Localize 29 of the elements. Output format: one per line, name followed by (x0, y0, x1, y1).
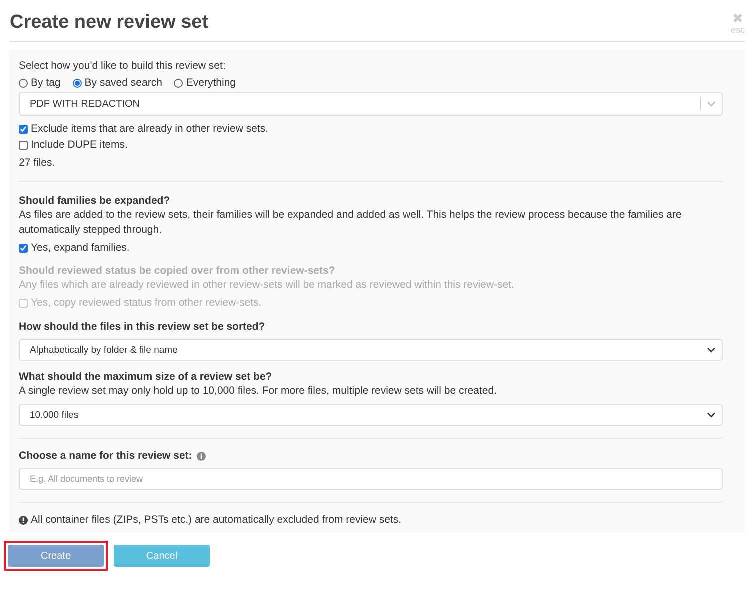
question-heading: Should families be expanded? (19, 194, 172, 208)
radio-option[interactable]: By saved search (72, 77, 162, 89)
name-field[interactable]: E.g. All documents to review (19, 468, 723, 490)
info-icon (197, 452, 206, 460)
check-icon (20, 126, 27, 132)
dialog-title: Create new review set (10, 12, 209, 34)
radio-option[interactable]: Everything (174, 77, 236, 89)
question-heading: What should the maximum size of a review set be? (19, 370, 274, 384)
checkbox-option[interactable]: Exclude items that are already in other review sets. (19, 123, 723, 135)
note-text: All container files (ZIPs, PSTs etc.) are automatically excluded from review sets. (31, 513, 402, 527)
search-select[interactable]: PDF WITH REDACTION (19, 92, 723, 116)
chevron-icon (707, 412, 716, 418)
file-count: 27 files. (19, 156, 56, 170)
description-text: Any files which are already reviewed in other review-sets will be marked as reviewed within this review-set. (19, 278, 516, 292)
description-text: A single review set may only hold up to 10,000 files. For more files, multiple review sets will be created. (19, 384, 498, 398)
chevron-icon (707, 347, 716, 353)
question-heading: Choose a name for this review set: (19, 449, 192, 463)
radio-option[interactable]: By tag (19, 77, 61, 89)
question-heading: How should the files in this review set be sorted? (19, 320, 266, 334)
description-text: As files are added to the review sets, their families will be expanded and added as well. This helps the review process because the families are automatically stepped through. (19, 208, 683, 238)
field-label: Select how you'd like to build this review set: (19, 59, 227, 73)
size-select[interactable]: 10.000 files (19, 404, 723, 426)
alert-icon (19, 516, 28, 524)
question-heading: Should reviewed status be copied over from other review-sets? (19, 264, 336, 278)
checkbox-option[interactable]: Yes, expand families. (19, 242, 723, 254)
checkbox-option[interactable]: Include DUPE items. (19, 139, 723, 151)
sort-select[interactable]: Alphabetically by folder & file name (19, 339, 723, 361)
check-icon (20, 244, 27, 252)
chevron-icon (707, 101, 716, 107)
